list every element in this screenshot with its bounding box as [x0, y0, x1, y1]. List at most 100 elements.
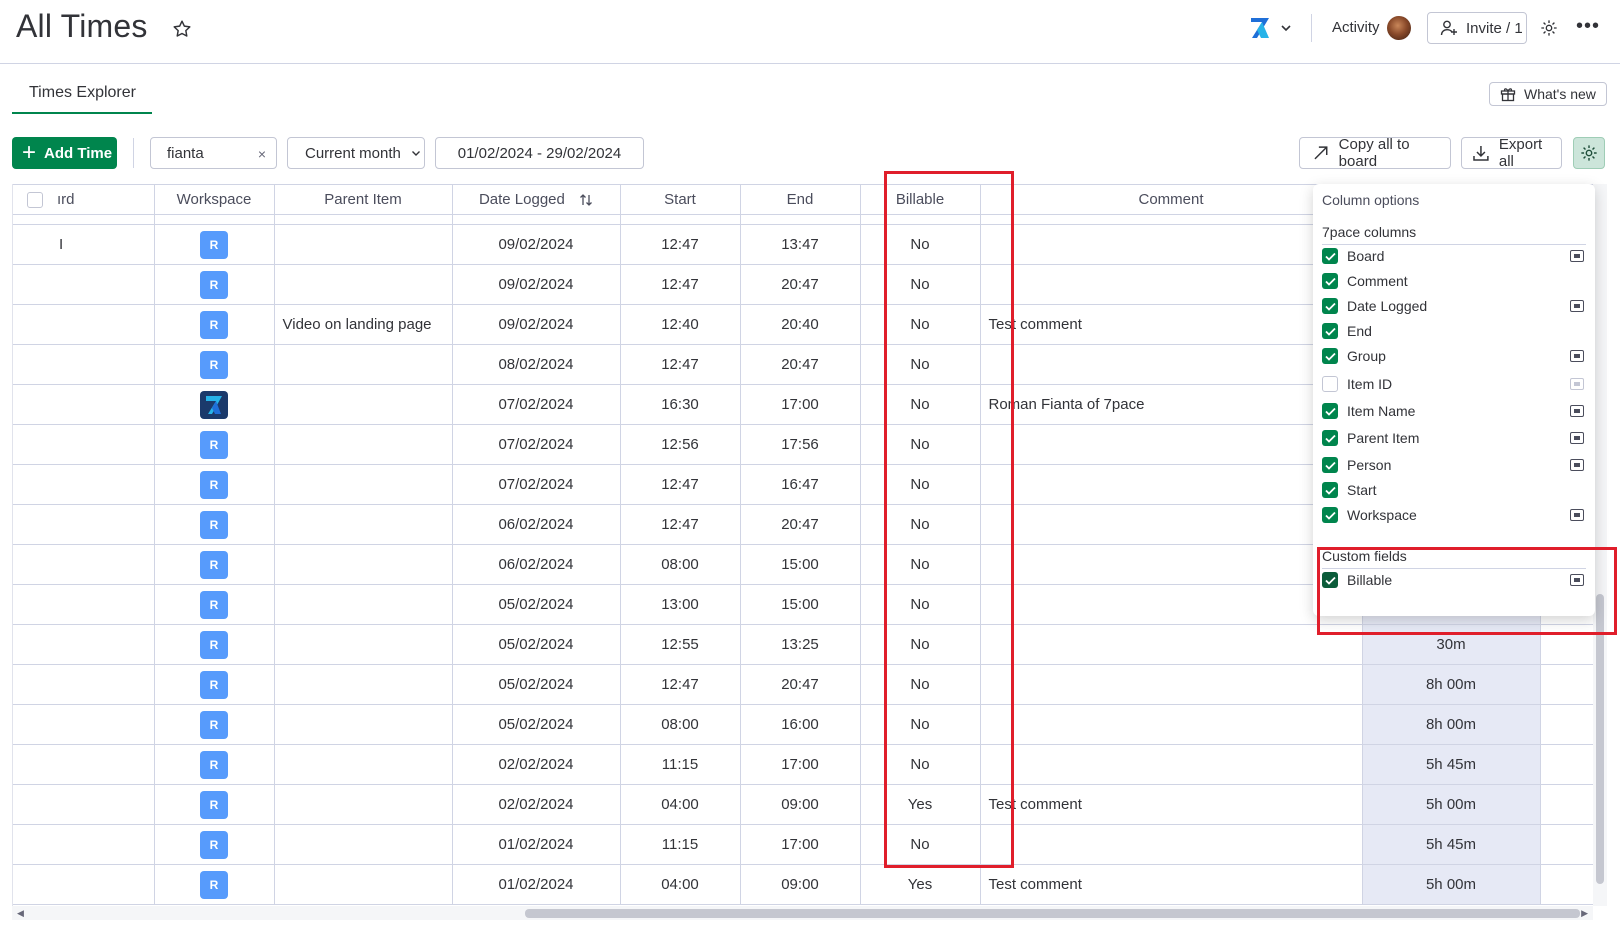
- cell-end[interactable]: 20:40: [740, 304, 861, 345]
- column-option-start[interactable]: Start: [1322, 480, 1590, 500]
- cell-start[interactable]: 12:47: [620, 504, 741, 545]
- cell-comment[interactable]: Test comment: [980, 304, 1363, 345]
- cell-start[interactable]: 12:47: [620, 224, 741, 265]
- cell-comment[interactable]: [980, 224, 1363, 265]
- cell-comment[interactable]: [980, 624, 1363, 665]
- column-header-comment[interactable]: Comment: [980, 184, 1363, 215]
- column-option-date-logged[interactable]: Date Logged: [1322, 296, 1590, 316]
- cell-workspace[interactable]: [154, 384, 275, 425]
- cell-workspace[interactable]: R: [154, 464, 275, 505]
- cell-board[interactable]: [13, 744, 155, 785]
- cell-parent-item[interactable]: [274, 864, 453, 905]
- cell-start[interactable]: 11:15: [620, 744, 741, 785]
- cell-board[interactable]: [13, 504, 155, 545]
- activity-link[interactable]: Activity: [1332, 19, 1380, 36]
- cell-start[interactable]: 08:00: [620, 704, 741, 745]
- checkbox[interactable]: [1322, 457, 1338, 473]
- cell-start[interactable]: 12:56: [620, 424, 741, 465]
- cell-workspace[interactable]: R: [154, 424, 275, 465]
- column-option-item-id[interactable]: Item ID: [1322, 374, 1590, 394]
- cell-workspace[interactable]: R: [154, 544, 275, 585]
- cell-parent-item[interactable]: [274, 824, 453, 865]
- column-option-end[interactable]: End: [1322, 321, 1590, 341]
- table-row[interactable]: R 05/02/2024 12:47 20:47 No 8h 00m: [13, 664, 1593, 705]
- cell-start[interactable]: 16:30: [620, 384, 741, 425]
- cell-parent-item[interactable]: [274, 744, 453, 785]
- cell-billable[interactable]: No: [860, 544, 981, 585]
- cell-end[interactable]: 16:00: [740, 704, 861, 745]
- column-option-workspace[interactable]: Workspace: [1322, 505, 1590, 525]
- cell-comment[interactable]: [980, 704, 1363, 745]
- cell-workspace[interactable]: R: [154, 264, 275, 305]
- cell-board[interactable]: [13, 464, 155, 505]
- cell-board[interactable]: [13, 384, 155, 425]
- cell-billable[interactable]: No: [860, 584, 981, 625]
- pin-column-icon[interactable]: [1570, 432, 1584, 444]
- cell-billable[interactable]: No: [860, 464, 981, 505]
- cell-comment[interactable]: [980, 664, 1363, 705]
- cell-billable[interactable]: No: [860, 664, 981, 705]
- cell-parent-item[interactable]: [274, 704, 453, 745]
- column-option-board[interactable]: Board: [1322, 246, 1590, 266]
- cell-parent-item[interactable]: [274, 224, 453, 265]
- cell-date-logged[interactable]: 07/02/2024: [452, 424, 621, 465]
- table-row[interactable]: R 01/02/2024 11:15 17:00 No 5h 45m: [13, 824, 1593, 865]
- cell-workspace[interactable]: R: [154, 744, 275, 785]
- checkbox[interactable]: [1322, 273, 1338, 289]
- cell-end[interactable]: 13:25: [740, 624, 861, 665]
- cell-end[interactable]: 16:47: [740, 464, 861, 505]
- date-range-input[interactable]: 01/02/2024 - 29/02/2024: [435, 137, 644, 169]
- vertical-scrollbar[interactable]: [1593, 184, 1607, 906]
- cell-date-logged[interactable]: 05/02/2024: [452, 664, 621, 705]
- cell-workspace[interactable]: R: [154, 824, 275, 865]
- pin-column-icon[interactable]: [1570, 250, 1584, 262]
- 7pace-logo-icon[interactable]: [1250, 17, 1270, 39]
- cell-workspace[interactable]: R: [154, 224, 275, 265]
- pin-column-icon[interactable]: [1570, 378, 1584, 390]
- cell-comment[interactable]: Test comment: [980, 784, 1363, 825]
- cell-extra[interactable]: [1540, 664, 1593, 705]
- cell-parent-item[interactable]: Video on landing page: [274, 304, 453, 345]
- cell-billable[interactable]: Yes: [860, 864, 981, 905]
- cell-workspace[interactable]: R: [154, 864, 275, 905]
- cell-end[interactable]: 15:00: [740, 584, 861, 625]
- period-select[interactable]: Current month: [287, 137, 425, 169]
- cell-parent-item[interactable]: [274, 784, 453, 825]
- cell-billable[interactable]: No: [860, 264, 981, 305]
- cell-extra[interactable]: [1540, 704, 1593, 745]
- column-header-parent-item[interactable]: Parent Item: [274, 184, 453, 215]
- cell-date-logged[interactable]: 07/02/2024: [452, 384, 621, 425]
- cell-date-logged[interactable]: 01/02/2024: [452, 864, 621, 905]
- cell-date-logged[interactable]: 02/02/2024: [452, 744, 621, 785]
- cell-comment[interactable]: [980, 824, 1363, 865]
- cell-date-logged[interactable]: 01/02/2024: [452, 824, 621, 865]
- column-header-end[interactable]: End: [740, 184, 861, 215]
- pin-column-icon[interactable]: [1570, 509, 1584, 521]
- cell-parent-item[interactable]: [274, 424, 453, 465]
- cell-extra[interactable]: [1540, 624, 1593, 665]
- cell-start[interactable]: 08:00: [620, 544, 741, 585]
- checkbox[interactable]: [1322, 507, 1338, 523]
- column-option-parent-item[interactable]: Parent Item: [1322, 428, 1590, 448]
- cell-comment[interactable]: Test comment: [980, 864, 1363, 905]
- chevron-down-icon[interactable]: [1280, 22, 1292, 34]
- cell-billable[interactable]: No: [860, 344, 981, 385]
- cell-workspace[interactable]: R: [154, 704, 275, 745]
- column-option-item-name[interactable]: Item Name: [1322, 401, 1590, 421]
- cell-board[interactable]: [13, 784, 155, 825]
- cell-comment[interactable]: [980, 584, 1363, 625]
- cell-comment[interactable]: [980, 424, 1363, 465]
- cell-workspace[interactable]: R: [154, 304, 275, 345]
- sort-icon[interactable]: [579, 193, 593, 207]
- cell-board[interactable]: [13, 704, 155, 745]
- checkbox[interactable]: [1322, 430, 1338, 446]
- cell-duration[interactable]: 30m: [1362, 624, 1541, 665]
- cell-date-logged[interactable]: 09/02/2024: [452, 224, 621, 265]
- cell-date-logged[interactable]: 02/02/2024: [452, 784, 621, 825]
- cell-parent-item[interactable]: [274, 344, 453, 385]
- cell-comment[interactable]: Roman Fianta of 7pace: [980, 384, 1363, 425]
- cell-billable[interactable]: No: [860, 424, 981, 465]
- cell-end[interactable]: 13:47: [740, 224, 861, 265]
- pin-column-icon[interactable]: [1570, 574, 1584, 586]
- person-search-input[interactable]: fianta ×: [150, 137, 277, 169]
